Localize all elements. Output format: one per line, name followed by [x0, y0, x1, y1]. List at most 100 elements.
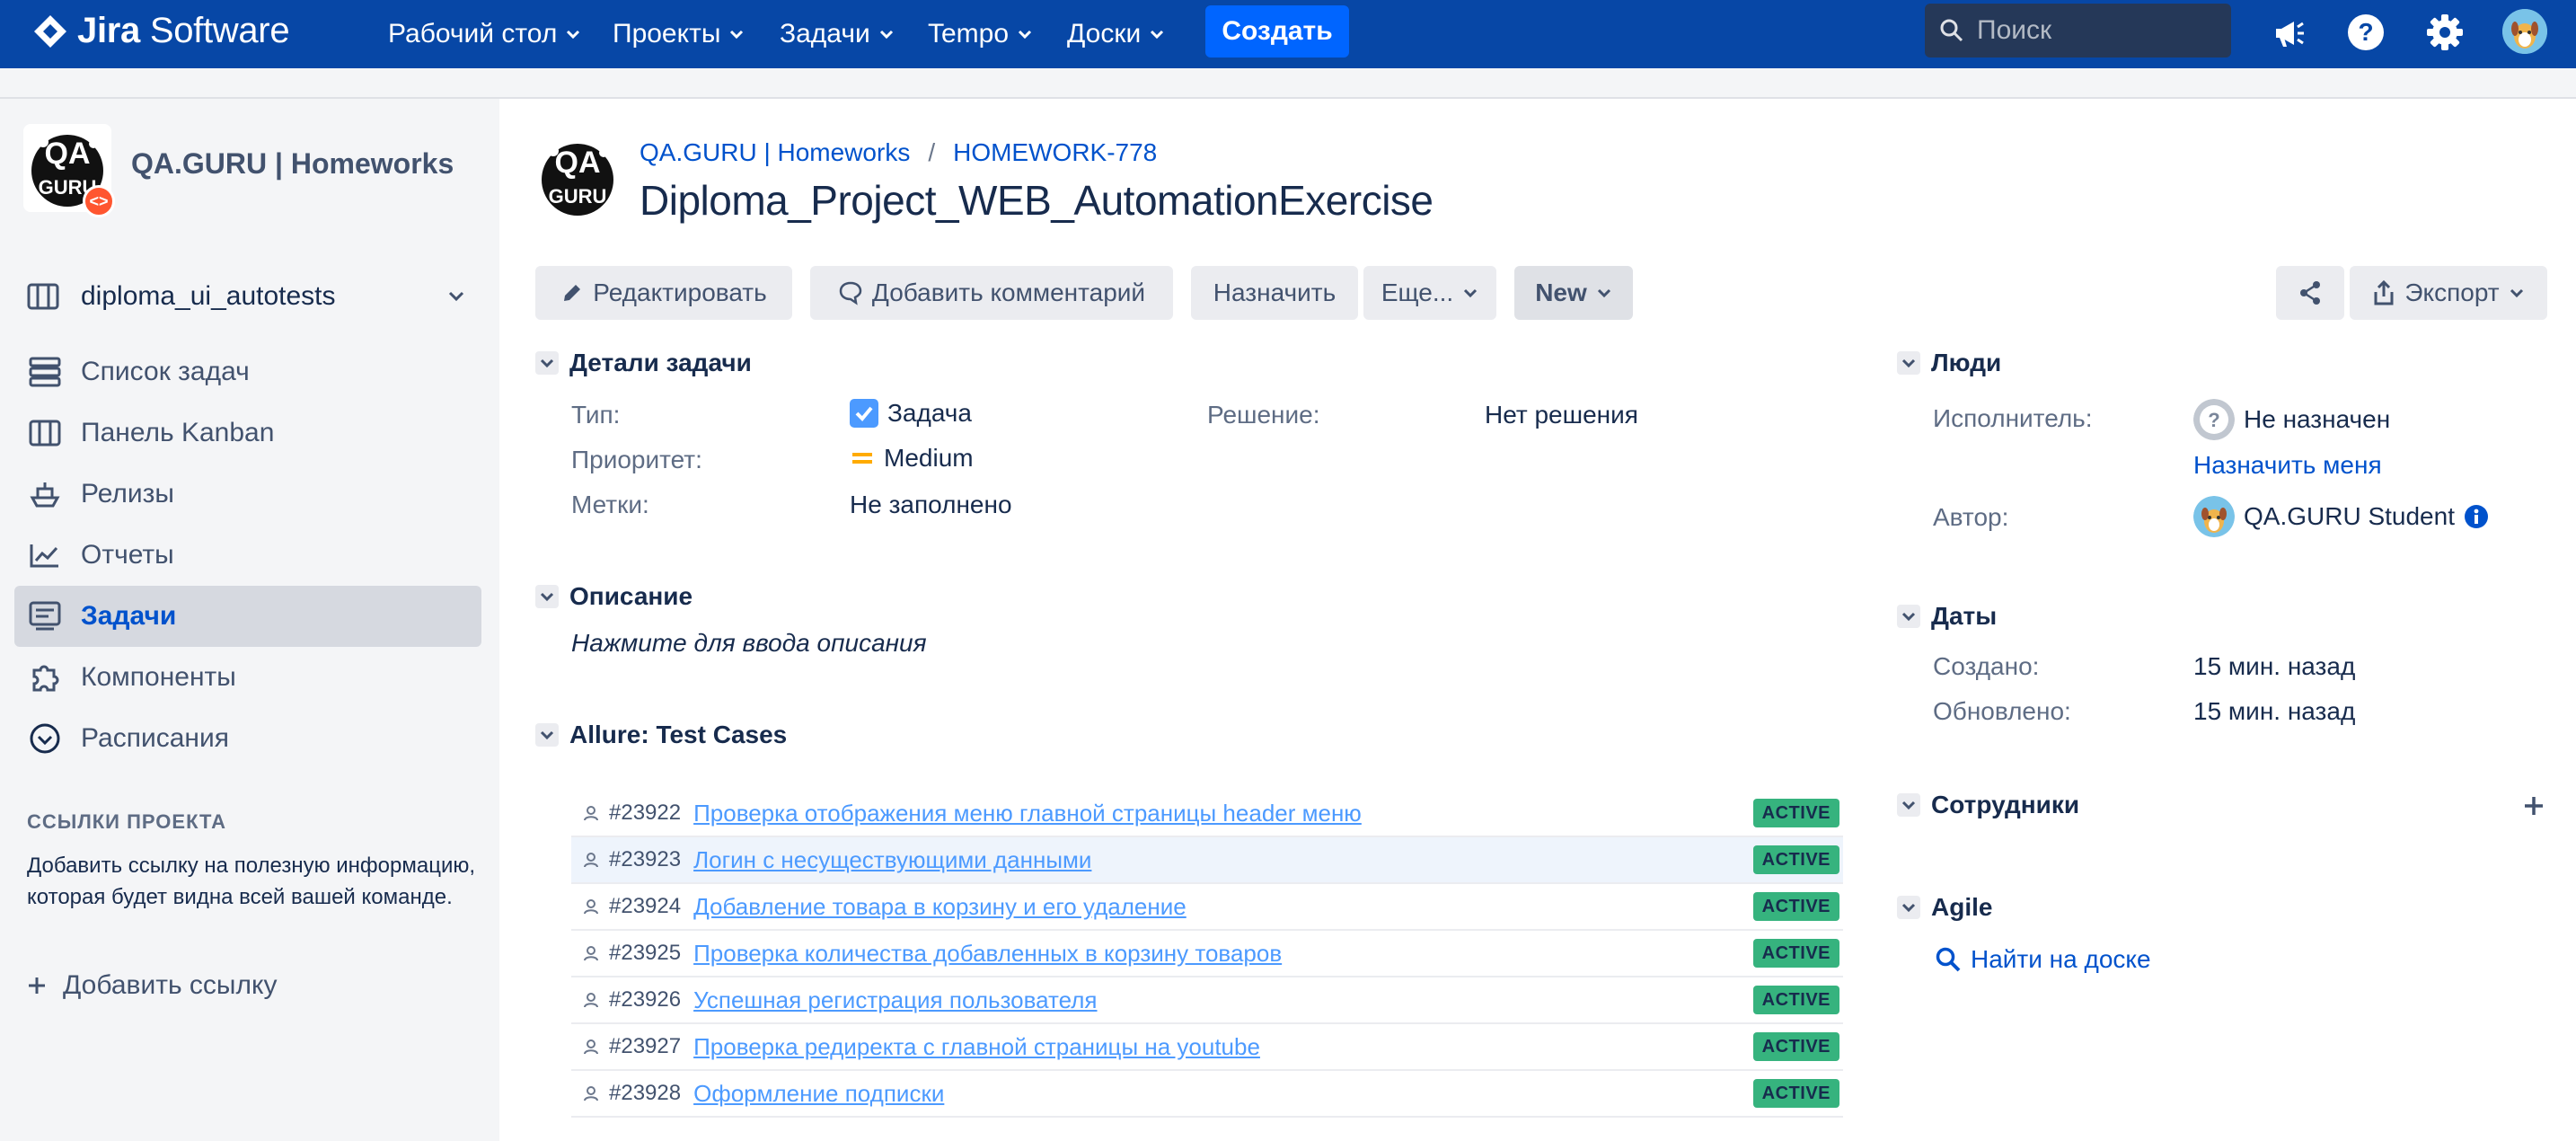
chevron-down-icon — [567, 30, 580, 40]
assignee-value[interactable]: ? Не назначен — [2193, 399, 2390, 440]
test-case-link[interactable]: Оформление подписки — [693, 1080, 944, 1108]
test-case-link[interactable]: Проверка количества добавленных в корзин… — [693, 940, 1282, 968]
test-case-row: #23926 Успешная регистрация пользователя… — [571, 977, 1843, 1024]
edit-button-label: Редактировать — [593, 279, 767, 306]
add-link-label: Добавить ссылку — [63, 970, 278, 1000]
test-case-row: #23925 Проверка количества добавленных в… — [571, 931, 1843, 977]
test-case-icon — [584, 806, 598, 821]
assignee-label: Исполнитель: — [1933, 404, 2093, 432]
sidebar-item-backlog[interactable]: Список задач — [14, 341, 481, 402]
board-selector[interactable]: diploma_ui_autotests — [27, 275, 476, 318]
nav-projects[interactable]: Проекты — [613, 14, 744, 54]
type-value[interactable]: Задача — [850, 399, 972, 428]
nav-tempo-label: Tempo — [928, 19, 1010, 49]
priority-value[interactable]: Medium — [850, 444, 974, 473]
add-comment-button[interactable]: Добавить комментарий — [810, 266, 1173, 320]
create-button[interactable]: Создать — [1205, 5, 1349, 57]
user-avatar[interactable] — [2502, 9, 2547, 54]
sidebar-item-issues[interactable]: Задачи — [14, 586, 481, 647]
kanban-icon — [29, 420, 61, 447]
add-staff-plus-icon[interactable] — [2522, 794, 2545, 818]
edit-button[interactable]: Редактировать — [535, 266, 792, 320]
share-button[interactable] — [2276, 266, 2344, 320]
description-section-toggle[interactable]: Описание — [535, 582, 693, 611]
breadcrumb-separator: / — [928, 138, 936, 166]
find-on-board-link[interactable]: Найти на доске — [1935, 945, 2151, 974]
test-case-id: #23922 — [609, 800, 682, 825]
reporter-value-text: QA.GURU Student — [2244, 502, 2455, 530]
search-box[interactable] — [1925, 4, 2231, 57]
chevron-down-icon — [448, 291, 464, 302]
test-case-link[interactable]: Успешная регистрация пользователя — [693, 986, 1097, 1014]
test-case-status-badge: ACTIVE — [1752, 1032, 1839, 1061]
labels-value[interactable]: Не заполнено — [850, 491, 1012, 519]
chevron-down-icon — [1897, 793, 1920, 817]
created-label: Создано: — [1933, 652, 2040, 680]
plus-icon — [29, 977, 45, 994]
settings-icon[interactable] — [2423, 11, 2466, 54]
test-case-status-badge: ACTIVE — [1752, 845, 1839, 874]
test-case-row: #23923 Логин с несуществующими данными A… — [571, 837, 1843, 884]
chevron-down-icon — [535, 723, 559, 747]
sidebar-item-schedules[interactable]: Расписания — [14, 708, 481, 769]
assign-to-me-link[interactable]: Назначить меня — [2193, 451, 2382, 480]
add-link-button[interactable]: Добавить ссылку — [27, 970, 277, 1001]
jira-logo[interactable]: Jira Software — [32, 11, 290, 51]
test-case-status-badge: ACTIVE — [1752, 1079, 1839, 1108]
sidebar-item-reports[interactable]: Отчеты — [14, 525, 481, 586]
project-name[interactable]: QA.GURU | Homeworks — [131, 147, 454, 181]
nav-dashboards[interactable]: Рабочий стол — [388, 14, 580, 54]
breadcrumb-issue-key-link[interactable]: HOMEWORK-778 — [953, 138, 1157, 167]
sidebar-item-label: Расписания — [81, 723, 229, 753]
allure-section-title: Allure: Test Cases — [569, 721, 788, 748]
project-sidebar: QA GURU <> QA.GURU | Homeworks diploma_u… — [0, 99, 499, 1141]
people-section-title: Люди — [1931, 349, 2002, 376]
nav-issues[interactable]: Задачи — [780, 14, 894, 54]
allure-section-toggle[interactable]: Allure: Test Cases — [535, 721, 787, 749]
sidebar-item-label: Панель Kanban — [81, 418, 275, 447]
sidebar-item-releases[interactable]: Релизы — [14, 464, 481, 525]
test-case-link[interactable]: Проверка редиректа с главной страницы на… — [693, 1033, 1260, 1061]
info-icon[interactable] — [2464, 504, 2489, 529]
description-section-title: Описание — [569, 582, 693, 610]
description-field[interactable]: Нажмите для ввода описания — [571, 629, 927, 658]
status-button[interactable]: New — [1514, 266, 1633, 320]
breadcrumb-project-link[interactable]: QA.GURU | Homeworks — [640, 138, 910, 167]
jira-diamond-icon — [34, 14, 66, 48]
search-input[interactable] — [1977, 15, 2210, 46]
updated-label: Обновлено: — [1933, 697, 2071, 725]
megaphone-icon[interactable] — [2267, 11, 2310, 54]
details-section-toggle[interactable]: Детали задачи — [535, 349, 752, 377]
test-case-status-badge: ACTIVE — [1752, 986, 1839, 1014]
test-case-link[interactable]: Логин с несуществующими данными — [693, 846, 1091, 874]
reporter-value[interactable]: QA.GURU Student — [2193, 496, 2489, 537]
status-label: New — [1535, 279, 1587, 306]
staff-section-toggle[interactable]: Сотрудники — [1897, 791, 2079, 819]
search-icon — [1940, 19, 1963, 42]
more-actions-label: Еще... — [1381, 279, 1454, 306]
find-on-board-label: Найти на доске — [1971, 945, 2151, 973]
project-links-help: Добавить ссылку на полезную информацию, … — [27, 854, 476, 909]
more-actions-button[interactable]: Еще... — [1363, 266, 1496, 320]
issue-title[interactable]: Diploma_Project_WEB_AutomationExercise — [640, 176, 1434, 225]
test-case-link[interactable]: Добавление товара в корзину и его удален… — [693, 893, 1187, 921]
svg-text:?: ? — [2358, 18, 2373, 46]
issue-project-avatar[interactable]: QA GURU — [534, 133, 622, 221]
chevron-down-icon — [1151, 30, 1164, 40]
pencil-icon — [564, 285, 581, 301]
dates-section-toggle[interactable]: Даты — [1897, 602, 1997, 631]
header-divider — [0, 68, 2576, 99]
assign-button[interactable]: Назначить — [1191, 266, 1358, 320]
nav-boards[interactable]: Доски — [1067, 14, 1164, 54]
svg-text:?: ? — [2208, 409, 2219, 431]
nav-tempo[interactable]: Tempo — [928, 14, 1032, 54]
help-icon[interactable]: ? — [2344, 11, 2387, 54]
agile-section-toggle[interactable]: Agile — [1897, 893, 1992, 922]
chevron-down-icon — [1018, 30, 1032, 40]
sidebar-item-label: Задачи — [81, 601, 177, 631]
people-section-toggle[interactable]: Люди — [1897, 349, 2001, 377]
test-case-link[interactable]: Проверка отображения меню главной страни… — [693, 800, 1362, 827]
export-button[interactable]: Экспорт — [2350, 266, 2547, 320]
sidebar-item-kanban[interactable]: Панель Kanban — [14, 402, 481, 464]
sidebar-item-components[interactable]: Компоненты — [14, 647, 481, 708]
